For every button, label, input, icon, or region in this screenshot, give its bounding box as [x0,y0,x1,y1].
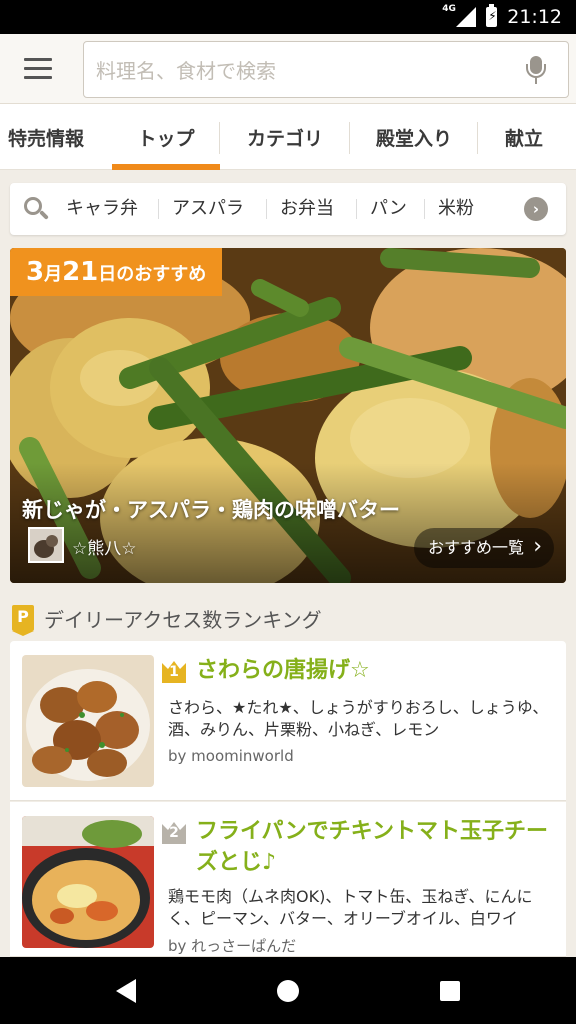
divider [266,199,267,219]
date-badge: 3 月 21 日のおすすめ [10,248,223,296]
tab-top[interactable]: トップ [112,104,220,170]
recipe-title[interactable]: フライパンでチキントマト玉子チーズとじ♪ [196,816,556,878]
recipe-thumbnail [22,816,154,948]
recipe-thumbnail [22,655,154,787]
search-input[interactable] [96,56,506,86]
author-name[interactable]: ☆熊八☆ [72,534,136,559]
badge-month-unit: 月 [44,264,63,285]
keyword-chip[interactable]: お弁当 [280,195,334,223]
featured-recipe-title[interactable]: 新じゃが・アスパラ・鶏肉の味噌バター [22,494,400,524]
badge-month: 3 [26,257,45,287]
recipe-author[interactable]: by れっさーぱんだ [168,935,296,956]
tab-hall-of-fame[interactable]: 殿堂入り [350,104,478,170]
ranking-item[interactable]: 1 さわらの唐揚げ☆ さわら、★たれ★、しょうがすりおろし、しょうゆ、酒、みりん… [10,641,566,801]
search-icon [24,197,50,223]
keyword-chip[interactable]: アスパラ [172,195,244,223]
tab-label: 殿堂入り [375,127,452,150]
tab-label: 献立 [504,127,543,150]
system-navigation-bar [0,957,576,1024]
keyword-chip[interactable]: パン [370,195,407,223]
tab-label: トップ [137,127,195,150]
recipe-ingredients: 鶏モモ肉（ムネ肉OK)、トマト缶、玉ねぎ、にんにく、ピーマン、バター、オリーブオ… [168,887,533,928]
recipe-title[interactable]: さわらの唐揚げ☆ [196,655,556,686]
divider [424,199,425,219]
ranking-item[interactable]: 2 フライパンでチキントマト玉子チーズとじ♪ 鶏モモ肉（ムネ肉OK)、トマト缶、… [10,802,566,957]
tab-sale-info[interactable]: 特売情報 [0,104,106,170]
home-icon[interactable] [277,980,299,1002]
battery-charging-icon: ⚡ [486,4,498,27]
keyword-chip[interactable]: 米粉 [438,195,474,223]
author-avatar [28,527,64,563]
app-bar [0,34,576,104]
rank-crown-icon: 1 [162,659,186,683]
tab-menu-plan[interactable]: 献立 [478,104,570,170]
recipe-ingredients: さわら、★たれ★、しょうがすりおろし、しょうゆ、酒、みりん、片栗粉、小ねぎ、レモ… [168,698,549,739]
rank-crown-icon: 2 [162,820,186,844]
premium-icon: P [12,605,34,636]
tab-category[interactable]: カテゴリ [220,104,350,170]
ranking-header: P デイリーアクセス数ランキング [12,603,322,636]
status-bar: 4G ⚡ 21:12 [0,0,576,34]
recipe-author[interactable]: by moominworld [168,747,294,765]
badge-day: 21 [62,257,99,287]
microphone-icon[interactable] [526,56,546,86]
back-icon[interactable] [116,979,136,1003]
featured-recipe-card[interactable]: 3 月 21 日のおすすめ 新じゃが・アスパラ・鶏肉の味噌バター ☆熊八☆ おす… [10,248,566,583]
clock: 21:12 [507,6,562,28]
network-type: 4G [442,4,456,14]
search-box[interactable] [83,41,569,98]
cell-signal-icon: 4G [442,4,477,27]
recommended-list-button[interactable]: おすすめ一覧 [413,527,554,568]
popular-keywords-bar: キャラ弁 アスパラ お弁当 パン 米粉 › [10,183,566,235]
tab-label: 特売情報 [8,127,85,150]
badge-suffix: 日のおすすめ [98,264,207,285]
chevron-right-icon[interactable]: › [524,197,548,221]
divider [158,199,159,219]
tab-bar: 特売情報 トップ カテゴリ 殿堂入り 献立 [0,104,576,170]
menu-icon[interactable] [24,58,52,80]
divider [356,199,357,219]
recent-apps-icon[interactable] [440,981,460,1001]
rank-number: 2 [169,825,179,841]
rank-number: 1 [169,664,179,680]
ranking-title: デイリーアクセス数ランキング [44,607,322,632]
tab-label: カテゴリ [246,127,323,150]
keyword-chip[interactable]: キャラ弁 [66,195,138,223]
